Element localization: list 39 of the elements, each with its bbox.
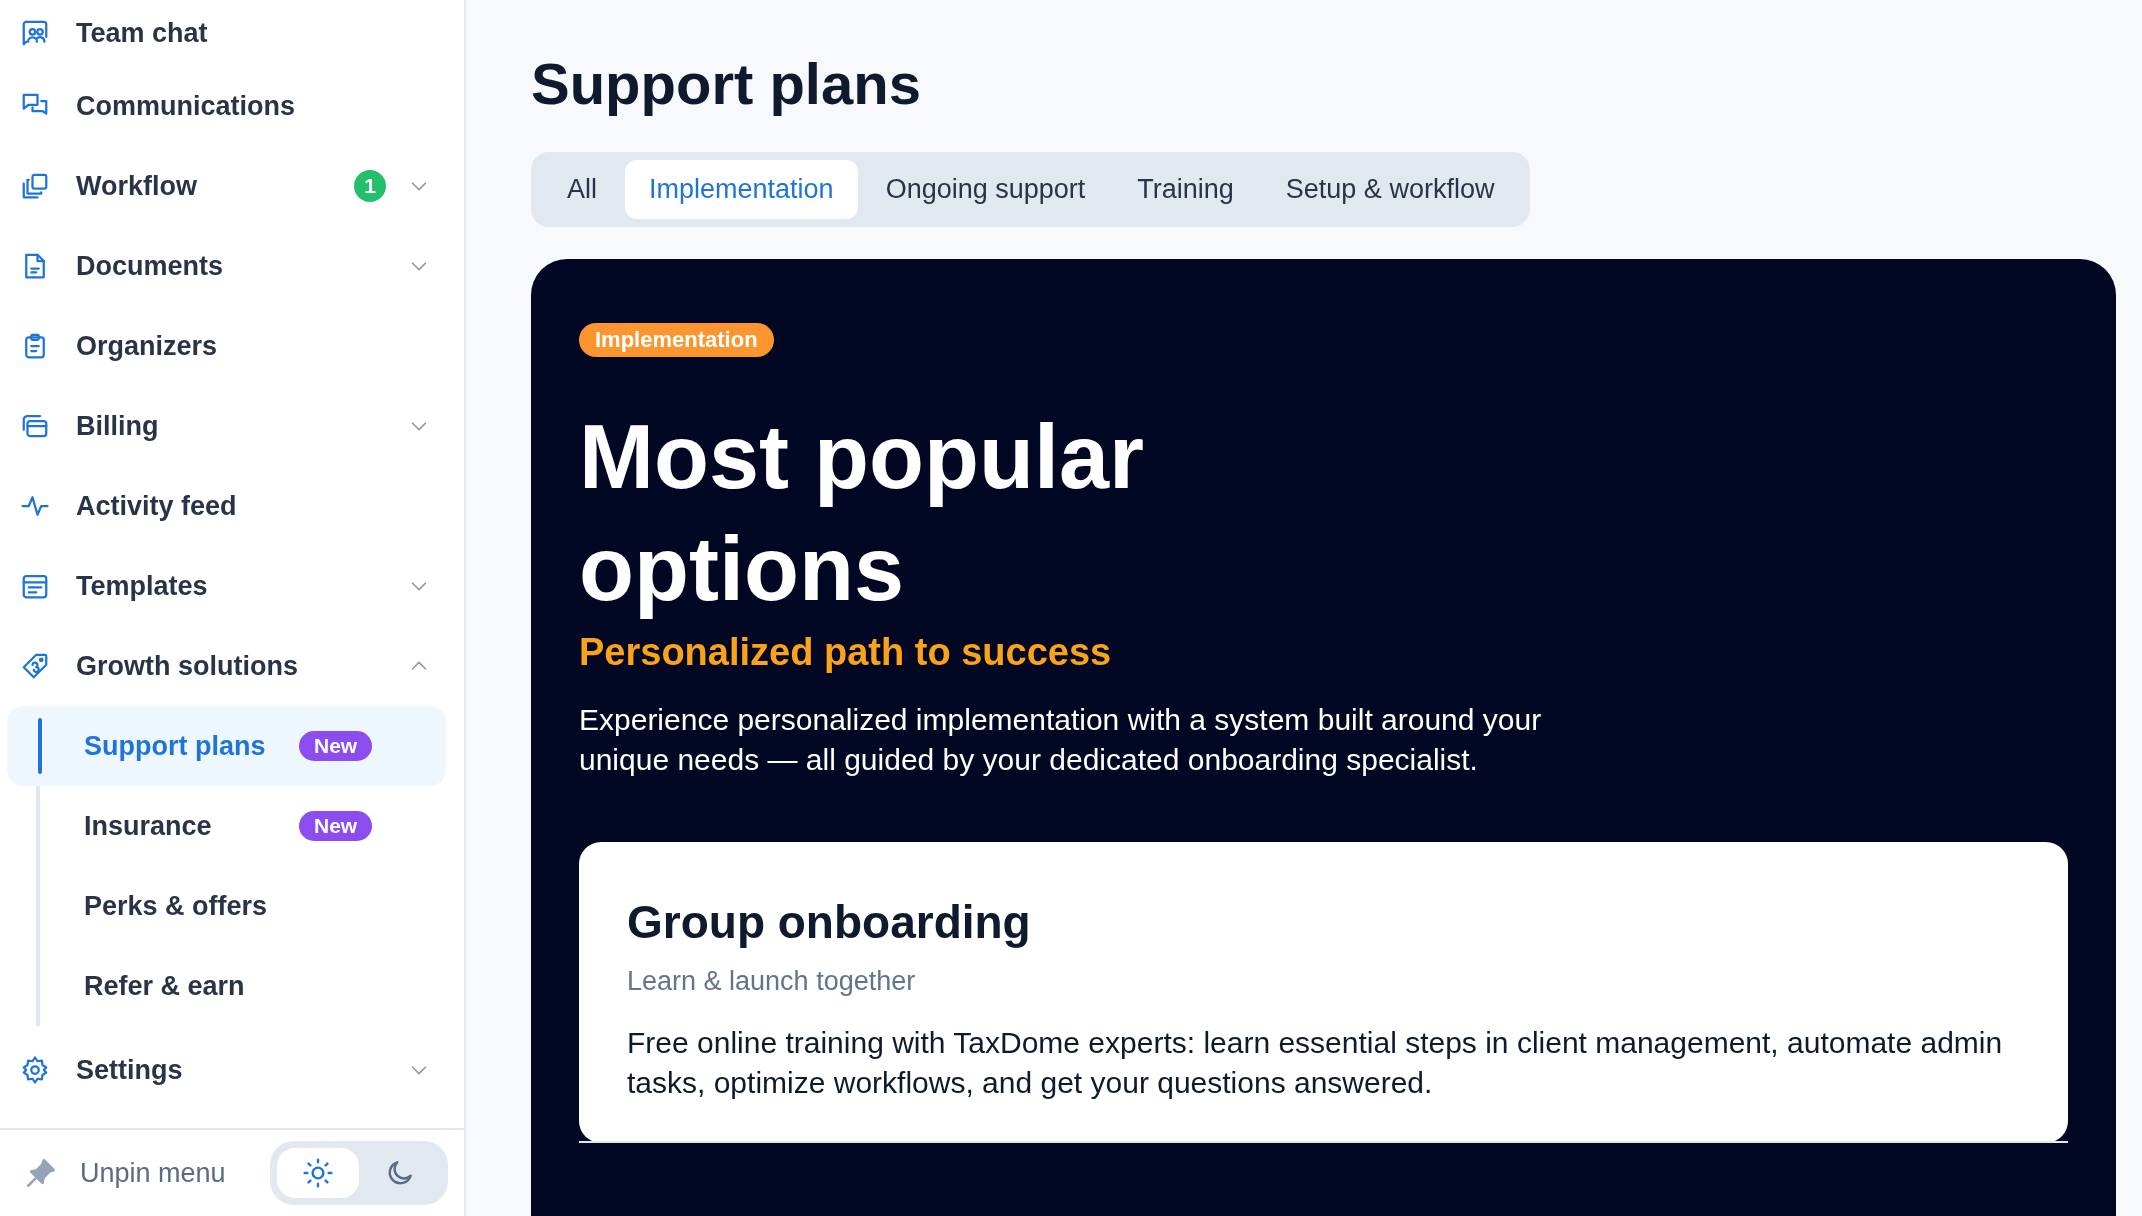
submenu-item[interactable]: Support plans New [7,706,446,786]
hero-subtitle: Personalized path to success [579,631,1113,674]
people-chat-icon [20,18,50,48]
nav-item[interactable]: Workflow 1 [6,146,446,226]
nav-item[interactable]: Billing [6,386,446,466]
unpin-button[interactable]: Unpin menu [24,1156,226,1190]
hero-description: Experience personalized implementation with a system built around your unique needs — all guided by your dedicated onboarding specialist. [579,702,1543,778]
tab[interactable]: Ongoing support [861,160,1110,219]
new-badge: New [299,811,373,841]
sun-icon [302,1157,334,1189]
nav-item[interactable]: Settings [6,1030,446,1110]
theme-toggle[interactable] [270,1141,448,1205]
nav-item[interactable]: Templates [6,546,446,626]
nav-item[interactable]: Growth solutions [6,626,446,706]
stacked-squares-icon [20,171,50,201]
tab[interactable]: Implementation [625,160,858,219]
count-badge: 1 [354,170,386,202]
nav-item[interactable]: Communications [6,66,446,146]
hero-heading: Most popular options [579,406,1145,621]
tab[interactable]: All [543,160,621,219]
nav-item[interactable]: Team chat [6,0,446,66]
nav-item[interactable]: Activity feed [6,466,446,546]
pin-icon [24,1156,58,1190]
submenu-item[interactable]: Refer & earn [7,946,446,1026]
submenu-item[interactable]: Perks & offers [7,866,446,946]
tab[interactable]: Setup & workflow [1261,160,1519,219]
nav-item[interactable]: Organizers [6,306,446,386]
category-tag: Implementation [579,323,774,357]
card-description: Free online training with TaxDome experts: learn essential steps in client management, automate admin tasks, optimize workflows, and get your questions answered. [627,1025,2004,1101]
tab[interactable]: Training [1113,160,1258,219]
new-badge: New [299,731,373,761]
page-title: Support plans [531,50,922,118]
nav-item[interactable]: Documents [6,226,446,306]
submenu-item[interactable]: Insurance New [7,786,446,866]
card-title: Group onboarding [627,895,1032,950]
theme-option[interactable] [277,1148,359,1198]
settings-icon [20,1055,50,1085]
price-tag-icon [20,651,50,681]
card-subtitle: Learn & launch together [627,966,917,997]
